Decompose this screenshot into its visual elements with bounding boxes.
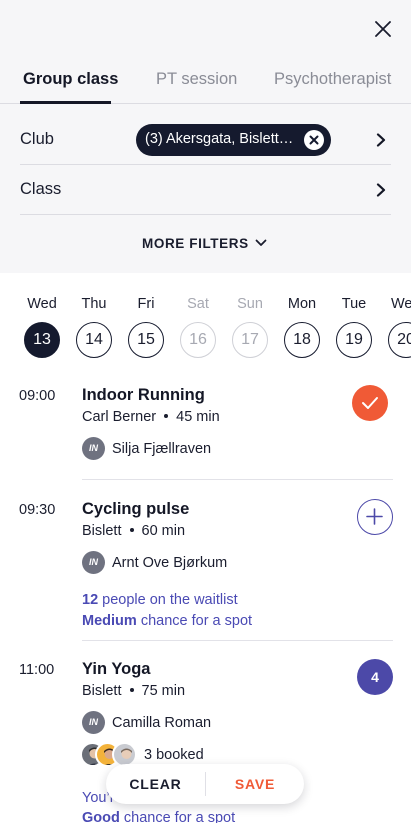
day-5[interactable]: Mon 18	[282, 296, 322, 358]
chance-level: Medium	[82, 613, 137, 629]
day-number: 15	[128, 322, 164, 358]
day-name: Wed	[27, 296, 57, 312]
club-chip-label: (3) Akersgata, Bislett…	[145, 131, 294, 147]
session-duration: 75 min	[141, 683, 186, 699]
tab-psychotherapist[interactable]: Psychotherapist	[274, 70, 391, 89]
instructor: IN Silja Fjællraven	[82, 437, 211, 460]
chevron-down-icon	[255, 240, 267, 247]
bottom-action-bar: CLEAR SAVE	[106, 764, 304, 804]
active-tab-indicator	[20, 101, 111, 104]
day-name: Fri	[137, 296, 155, 312]
day-4: Sun 17	[230, 296, 270, 358]
day-3: Sat 16	[178, 296, 218, 358]
booked-count-text: 3 booked	[144, 747, 204, 763]
waitlist-info: 12 people on the waitlist	[82, 592, 238, 608]
session-meta: Bislett 60 min	[82, 523, 185, 539]
session-title: Yin Yoga	[82, 660, 151, 678]
instructor-name: Arnt Ove Bjørkum	[112, 554, 228, 571]
day-0[interactable]: Wed 13	[22, 296, 62, 358]
day-number: 13	[24, 322, 60, 358]
day-6[interactable]: Tue 19	[334, 296, 374, 358]
instructor-name: Silja Fjællraven	[112, 440, 212, 457]
session-duration: 60 min	[141, 523, 186, 539]
chance-text: chance for a spot	[123, 810, 236, 823]
day-number: 18	[284, 322, 320, 358]
club-filter-chip[interactable]: (3) Akersgata, Bislett…	[136, 124, 331, 156]
session-time: 11:00	[19, 662, 55, 678]
divider	[82, 640, 393, 641]
waitlist-count: 12	[82, 592, 99, 608]
day-2[interactable]: Fri 15	[126, 296, 166, 358]
club-filter-row[interactable]: Club (3) Akersgata, Bislett…	[20, 115, 391, 165]
session-title: Cycling pulse	[82, 500, 190, 518]
day-number: 16	[180, 322, 216, 358]
more-filters-label: MORE FILTERS	[142, 236, 249, 251]
session-meta: Carl Berner 45 min	[82, 409, 220, 425]
day-number: 19	[336, 322, 372, 358]
session-location: Carl Berner	[82, 409, 157, 425]
more-filters-button[interactable]: MORE FILTERS	[142, 236, 267, 251]
chance-text: chance for a spot	[140, 613, 253, 629]
instructor-name: Camilla Roman	[112, 714, 212, 731]
clear-chip-icon[interactable]	[304, 130, 324, 150]
day-number: 20	[388, 322, 411, 358]
spot-chance: Good chance for a spot	[82, 810, 235, 823]
day-1[interactable]: Thu 14	[74, 296, 114, 358]
instructor: IN Arnt Ove Bjørkum	[82, 551, 227, 574]
class-filter-row[interactable]: Class	[20, 165, 391, 215]
session-duration: 45 min	[176, 409, 220, 425]
day-number: 17	[232, 322, 268, 358]
session-time: 09:30	[19, 502, 56, 518]
booking-type-tabs: Group class PT session Psychotherapist	[0, 64, 411, 104]
chevron-right-icon	[376, 133, 386, 152]
clear-button[interactable]: CLEAR	[106, 764, 205, 804]
add-icon[interactable]	[357, 499, 393, 535]
instructor-avatar: IN	[82, 551, 105, 574]
spot-chance: Medium chance for a spot	[82, 613, 252, 629]
tab-pt-session[interactable]: PT session	[156, 70, 237, 89]
instructor-avatar: IN	[82, 437, 105, 460]
booked-count-badge[interactable]: 4	[357, 659, 393, 695]
divider	[82, 479, 393, 480]
day-number: 14	[76, 322, 112, 358]
session-location: Bislett	[82, 683, 122, 699]
filter-panel: Group class PT session Psychotherapist C…	[0, 0, 411, 273]
day-7[interactable]: Wed 20	[386, 296, 411, 358]
close-icon[interactable]	[371, 17, 395, 41]
booked-check-icon[interactable]	[352, 385, 388, 421]
instructor: IN Camilla Roman	[82, 711, 211, 734]
session-location: Bislett	[82, 523, 122, 539]
session-title: Indoor Running	[82, 386, 205, 404]
club-filter-label: Club	[20, 130, 54, 148]
day-name: Wed	[391, 296, 411, 312]
day-name: Thu	[81, 296, 107, 312]
session-time: 09:00	[19, 388, 56, 404]
day-name: Mon	[287, 296, 317, 312]
session-meta: Bislett 75 min	[82, 683, 185, 699]
waitlist-text: people on the waitlist	[102, 592, 238, 608]
tab-group-class[interactable]: Group class	[23, 70, 118, 89]
day-name: Sat	[187, 296, 209, 312]
day-name: Tue	[341, 296, 367, 312]
chance-level: Good	[82, 810, 120, 823]
day-name: Sun	[237, 296, 263, 312]
save-button[interactable]: SAVE	[206, 764, 304, 804]
instructor-avatar: IN	[82, 711, 105, 734]
chevron-right-icon	[376, 183, 386, 202]
class-filter-label: Class	[20, 180, 62, 198]
